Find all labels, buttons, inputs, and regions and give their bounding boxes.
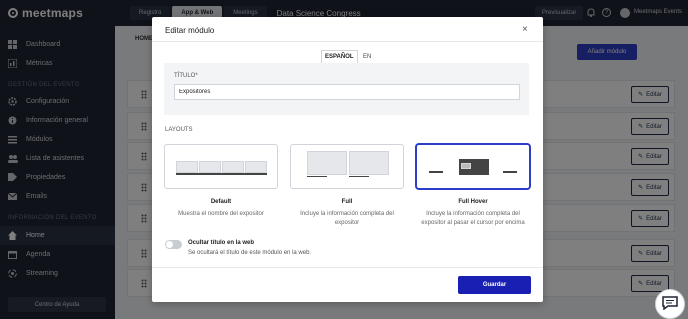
divider	[152, 267, 543, 268]
layout-name: Full Hover	[458, 199, 488, 205]
layout-thumbnail	[199, 161, 221, 173]
layout-card-full[interactable]	[290, 144, 404, 189]
divider	[152, 41, 543, 42]
layout-description: Muestra el nombre del expositor	[178, 211, 264, 217]
layout-description: Incluye la información completa del expo…	[421, 211, 525, 226]
hide-title-description: Se ocultará el título de este módulo en …	[188, 250, 312, 256]
tab-lang-es[interactable]: ESPAÑOL	[321, 50, 358, 63]
layout-card-full-hover[interactable]	[416, 144, 530, 189]
layout-name: Full	[341, 199, 353, 205]
tab-lang-en[interactable]: EN	[360, 50, 374, 63]
layout-name: Default	[210, 199, 232, 205]
layout-thumbnail-bar	[176, 173, 267, 175]
chat-support-button[interactable]	[655, 289, 685, 319]
layout-thumbnail	[349, 151, 389, 175]
layout-thumbnail-bar	[307, 176, 327, 177]
edit-module-dialog: Editar módulo × ESPAÑOL EN TÍTULO* LAYOU…	[152, 17, 543, 302]
title-input[interactable]	[174, 84, 520, 100]
save-button[interactable]: Guardar	[458, 276, 531, 294]
layouts-label: LAYOUTS	[165, 127, 193, 133]
layout-thumbnail	[222, 161, 244, 173]
layout-thumbnail-bar	[349, 176, 369, 177]
layout-thumbnail	[245, 161, 267, 173]
layout-thumbnail	[307, 151, 347, 175]
close-icon[interactable]: ×	[522, 24, 528, 35]
layout-description: Incluye la información completa del expo…	[300, 211, 394, 226]
hide-title-label: Ocultar título en la web	[188, 240, 255, 246]
modal-title: Editar módulo	[165, 26, 215, 35]
layout-thumbnail-bar	[429, 171, 443, 173]
layout-thumbnail	[176, 161, 198, 173]
toggle-knob	[166, 241, 173, 248]
title-panel: TÍTULO*	[164, 63, 529, 115]
chat-icon	[662, 296, 678, 312]
hide-title-toggle[interactable]	[165, 240, 182, 249]
layout-card-default[interactable]	[164, 144, 278, 189]
title-field-label: TÍTULO*	[174, 73, 198, 79]
layout-thumbnail	[461, 163, 471, 169]
layout-thumbnail-bar	[503, 171, 517, 173]
